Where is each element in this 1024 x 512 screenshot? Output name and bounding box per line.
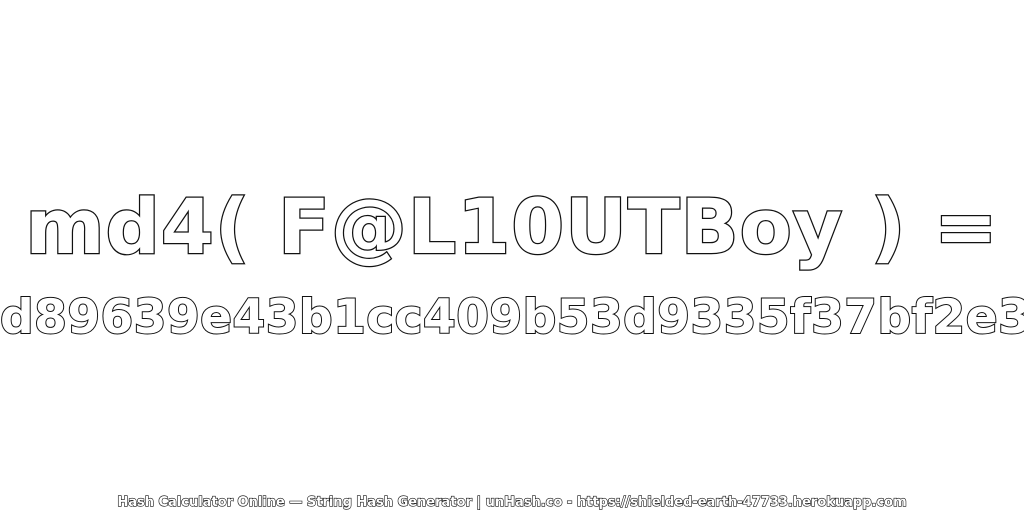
footer-credit: Hash Calculator Online — String Hash Gen…	[117, 494, 908, 510]
hash-expression: md4( F@L10UTBoy ) =	[24, 181, 999, 273]
hash-value: d89639e43b1cc409b53d9335f37bf2e3	[0, 289, 1024, 346]
hash-result-image: md4( F@L10UTBoy ) = d89639e43b1cc409b53d…	[0, 0, 1024, 512]
